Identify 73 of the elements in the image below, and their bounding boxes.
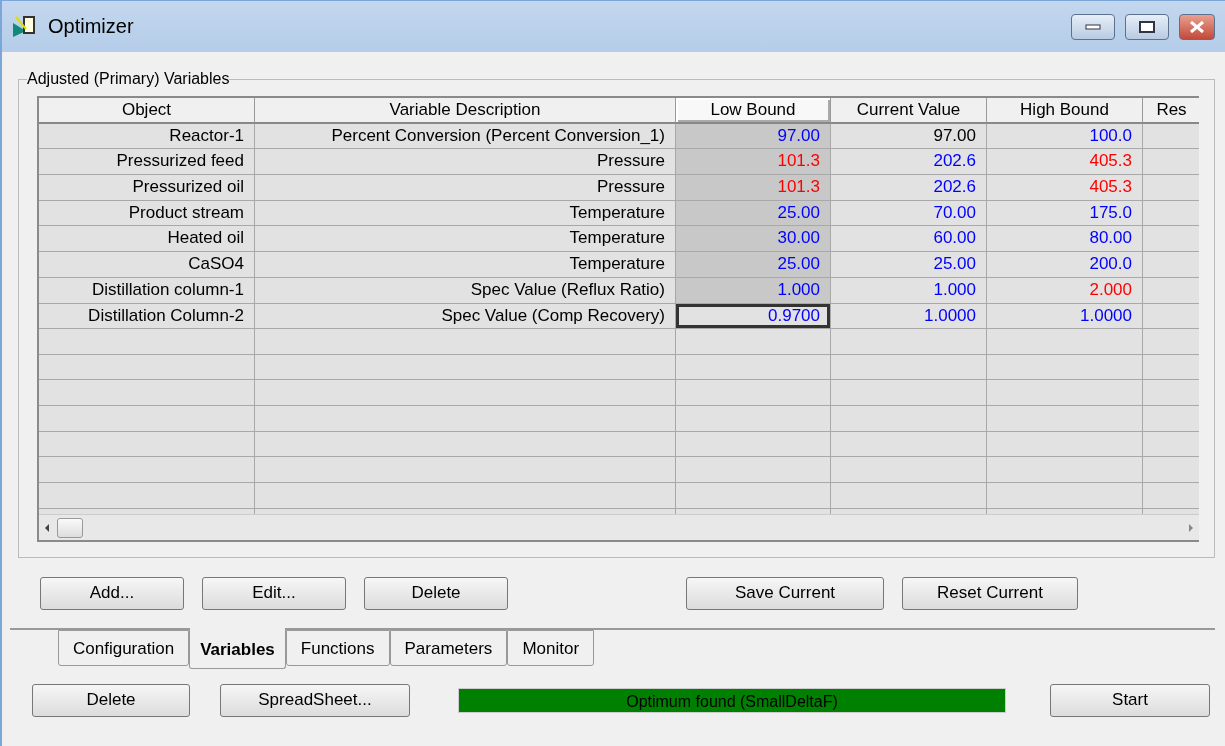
group-title: Adjusted (Primary) Variables — [27, 70, 230, 88]
table-cell: CaSO4 — [39, 252, 255, 278]
close-icon — [1189, 20, 1205, 33]
table-cell: 1.000 — [831, 277, 987, 304]
table-cell: 1.000 — [676, 277, 831, 304]
action-button[interactable]: Delete — [364, 576, 508, 610]
table-cell: 25.00 — [831, 252, 987, 278]
table-cell: 25.00 — [676, 252, 831, 278]
table-cell: 101.3 — [676, 149, 831, 176]
table-cell: 25.00 — [676, 200, 831, 227]
start-button[interactable]: Start — [1050, 683, 1210, 717]
action-button[interactable]: Reset Current — [902, 576, 1078, 610]
minimize-button[interactable] — [1071, 13, 1115, 40]
table-cell: Pressurized feed — [39, 149, 255, 176]
table-cell: 200.0 — [987, 252, 1143, 278]
column-header[interactable]: Object — [39, 98, 255, 124]
table-cell: Percent Conversion (Percent Conversion_1) — [255, 123, 676, 150]
scroll-left-icon[interactable] — [43, 522, 51, 533]
table-cell: 1.0000 — [831, 303, 987, 330]
table-cell: 405.3 — [987, 149, 1143, 176]
column-header[interactable]: Current Value — [831, 98, 987, 124]
action-button[interactable]: Edit... — [202, 576, 346, 610]
table-cell: 202.6 — [831, 149, 987, 176]
table-cell: 202.6 — [831, 175, 987, 201]
table-cell: 405.3 — [987, 175, 1143, 201]
table-cell: 80.00 — [987, 226, 1143, 253]
table-cell: Spec Value (Reflux Ratio) — [255, 277, 676, 304]
column-header[interactable]: Res — [1143, 98, 1199, 124]
table-cell: Temperature — [255, 252, 676, 278]
table-cell: Heated oil — [39, 226, 255, 253]
horizontal-scrollbar[interactable] — [39, 514, 1199, 540]
table-cell: 175.0 — [987, 200, 1143, 227]
table-cell: Product stream — [39, 200, 255, 227]
footer-button[interactable]: Delete — [32, 683, 190, 717]
table-cell: Reactor-1 — [39, 123, 255, 150]
column-header[interactable]: Low Bound — [676, 98, 831, 124]
table-cell: 0.9700 — [676, 303, 831, 330]
tab[interactable]: Parameters — [389, 630, 508, 666]
table-cell: 97.00 — [676, 123, 831, 150]
tab[interactable]: Monitor — [507, 630, 595, 666]
scroll-right-icon[interactable] — [1187, 522, 1195, 533]
optimizer-app-icon — [12, 14, 38, 39]
table-cell: Temperature — [255, 226, 676, 253]
column-header[interactable]: Variable Description — [255, 98, 676, 124]
table-cell: 70.00 — [831, 200, 987, 227]
action-button[interactable]: Save Current — [686, 576, 884, 610]
window-title: Optimizer — [48, 15, 135, 38]
scrollbar-thumb[interactable] — [57, 517, 83, 538]
table-cell: Distillation column-1 — [39, 277, 255, 304]
table-cell: 100.0 — [987, 123, 1143, 150]
close-button[interactable] — [1179, 13, 1215, 40]
footer-button[interactable]: SpreadSheet... — [220, 683, 410, 717]
maximize-icon — [1139, 20, 1155, 33]
table-cell: 60.00 — [831, 226, 987, 253]
table-cell: Pressure — [255, 175, 676, 201]
tab[interactable]: Configuration — [58, 630, 190, 666]
table-cell: Pressure — [255, 149, 676, 176]
tab[interactable]: Variables — [189, 628, 286, 669]
table-cell: 97.00 — [831, 123, 987, 150]
table-cell: 30.00 — [676, 226, 831, 253]
minimize-icon — [1085, 23, 1101, 30]
table-cell: Pressurized oil — [39, 175, 255, 201]
tab[interactable]: Functions — [285, 630, 390, 666]
table-cell: Distillation Column-2 — [39, 303, 255, 330]
table-cell: 1.0000 — [987, 303, 1143, 330]
table-cell: Temperature — [255, 200, 676, 227]
table-cell: 101.3 — [676, 175, 831, 201]
status-bar: Optimum found (SmallDeltaF) — [458, 687, 1006, 713]
table-cell: Spec Value (Comp Recovery) — [255, 303, 676, 330]
table-cell: 2.000 — [987, 277, 1143, 304]
column-header[interactable]: High Bound — [987, 98, 1143, 124]
maximize-button[interactable] — [1125, 13, 1169, 40]
action-button[interactable]: Add... — [40, 576, 184, 610]
